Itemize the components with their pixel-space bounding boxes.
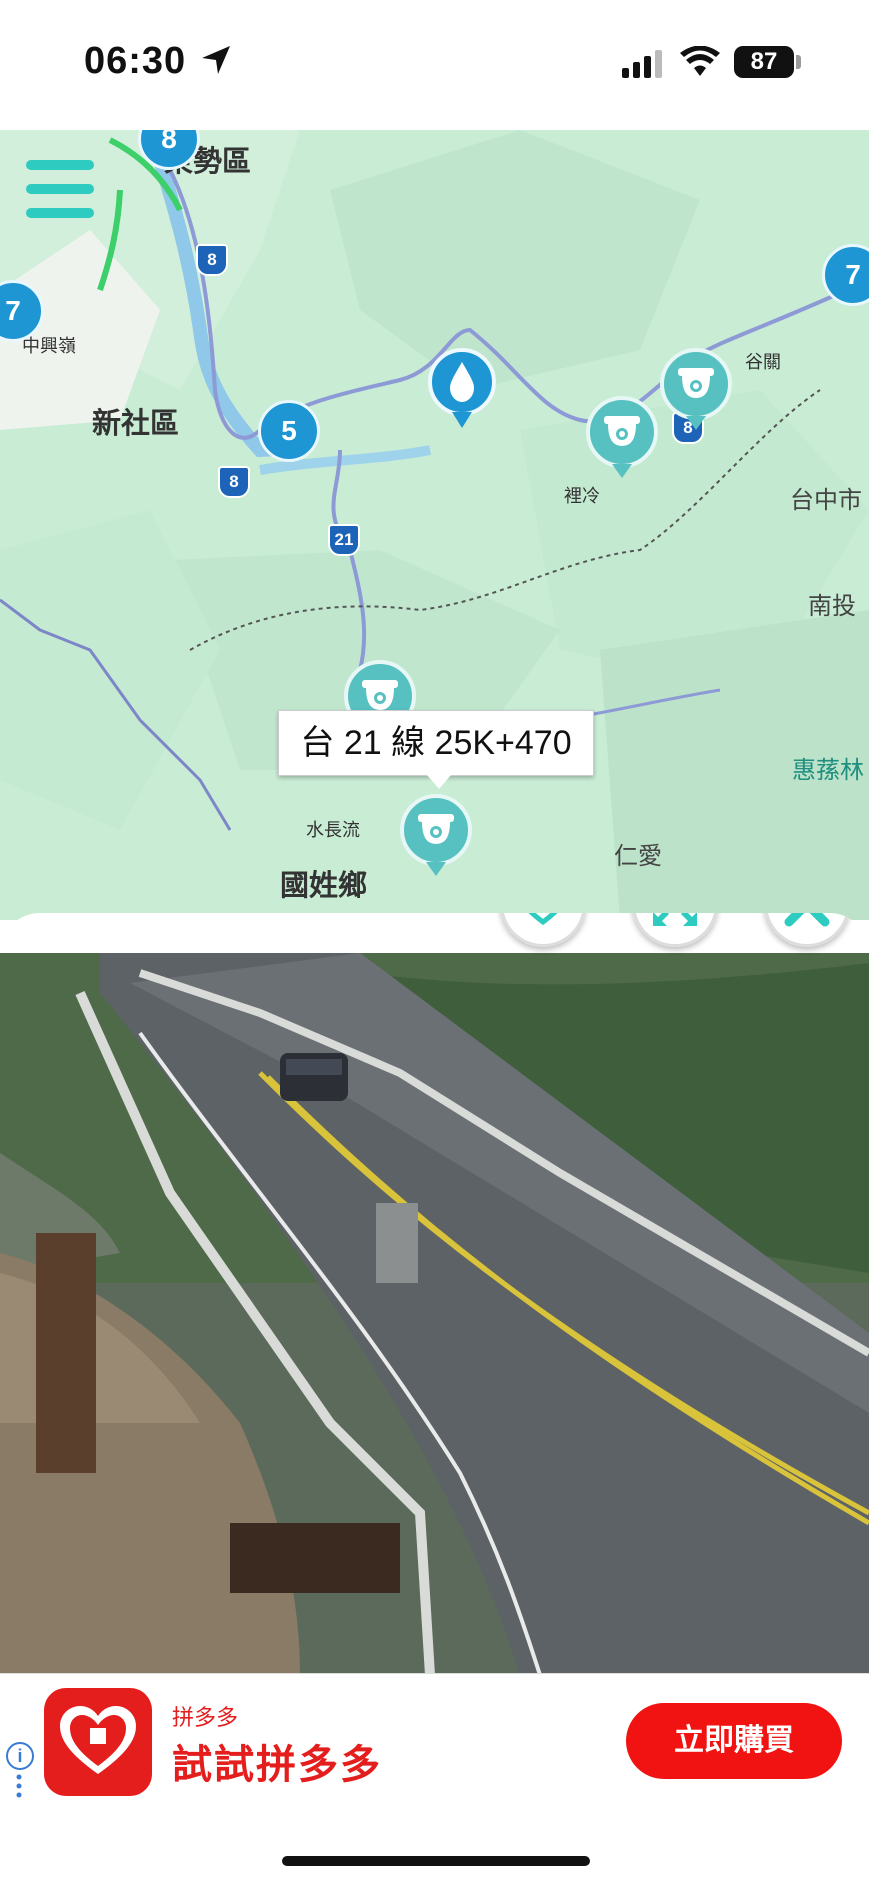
cctv-camera-icon (362, 680, 398, 710)
heart-icon (528, 913, 558, 926)
route-shield: 8 (196, 244, 228, 276)
cctv-camera-icon (418, 814, 454, 844)
ad-app-icon[interactable] (44, 1688, 152, 1796)
camera-marker-selected[interactable] (400, 794, 472, 876)
status-time: 06:30 (84, 40, 187, 82)
ad-title: 試試拼多多 (172, 1743, 382, 1787)
cctv-camera-icon (678, 368, 714, 398)
map-label-huisun: 惠蓀林 (792, 757, 864, 784)
menu-button[interactable] (26, 160, 94, 220)
water-drop-icon (450, 362, 474, 402)
fullscreen-button[interactable] (632, 913, 718, 947)
map-view[interactable]: 東勢區 新社區 中興嶺 谷關 裡冷 台中市 南投 惠蓀林 水長流 國姓鄉 仁愛 … (0, 130, 869, 920)
map-label-taichung-city: 台中市 (790, 487, 862, 514)
close-button[interactable] (764, 913, 850, 947)
camera-location-tooltip[interactable]: 台 21 線 25K+470 (278, 710, 594, 789)
cctv-camera-icon (604, 416, 640, 446)
menu-icon (26, 208, 94, 218)
location-arrow-icon (202, 46, 230, 74)
wifi-icon (680, 46, 720, 76)
close-icon (784, 913, 830, 927)
cellular-signal-icon (622, 50, 662, 78)
ad-more-icon[interactable] (16, 1774, 22, 1798)
water-level-marker[interactable] (428, 348, 496, 428)
camera-panel (0, 913, 869, 1673)
map-label-renai: 仁愛 (614, 843, 662, 870)
map-label-xinshe: 新社區 (92, 408, 180, 440)
favorite-button[interactable] (500, 913, 586, 947)
battery-tip (796, 55, 801, 69)
expand-icon (653, 913, 697, 926)
status-bar: 06:30 87 (0, 0, 869, 130)
map-cluster-marker[interactable]: 5 (258, 400, 320, 462)
home-indicator[interactable] (282, 1856, 590, 1866)
pinduoduo-logo-icon (60, 1706, 136, 1774)
route-shield: 21 (328, 524, 360, 556)
ad-cta-button[interactable]: 立即購買 (626, 1703, 842, 1779)
ad-info-icon[interactable]: i (6, 1742, 34, 1770)
map-label-lileng: 裡冷 (564, 486, 600, 506)
map-label-nantou: 南投 (808, 593, 856, 620)
camera-marker[interactable] (660, 348, 732, 430)
menu-icon (26, 160, 94, 170)
ad-brand-name: 拼多多 (172, 1705, 239, 1730)
map-label-shuichangliu: 水長流 (306, 820, 360, 840)
battery-indicator: 87 (734, 46, 794, 78)
camera-marker[interactable] (586, 396, 658, 478)
map-label-guguan: 谷關 (745, 352, 781, 372)
map-label-guoxing: 國姓鄉 (280, 870, 368, 902)
menu-icon (26, 184, 94, 194)
route-shield: 8 (218, 466, 250, 498)
camera-feed-image[interactable] (0, 953, 869, 1673)
